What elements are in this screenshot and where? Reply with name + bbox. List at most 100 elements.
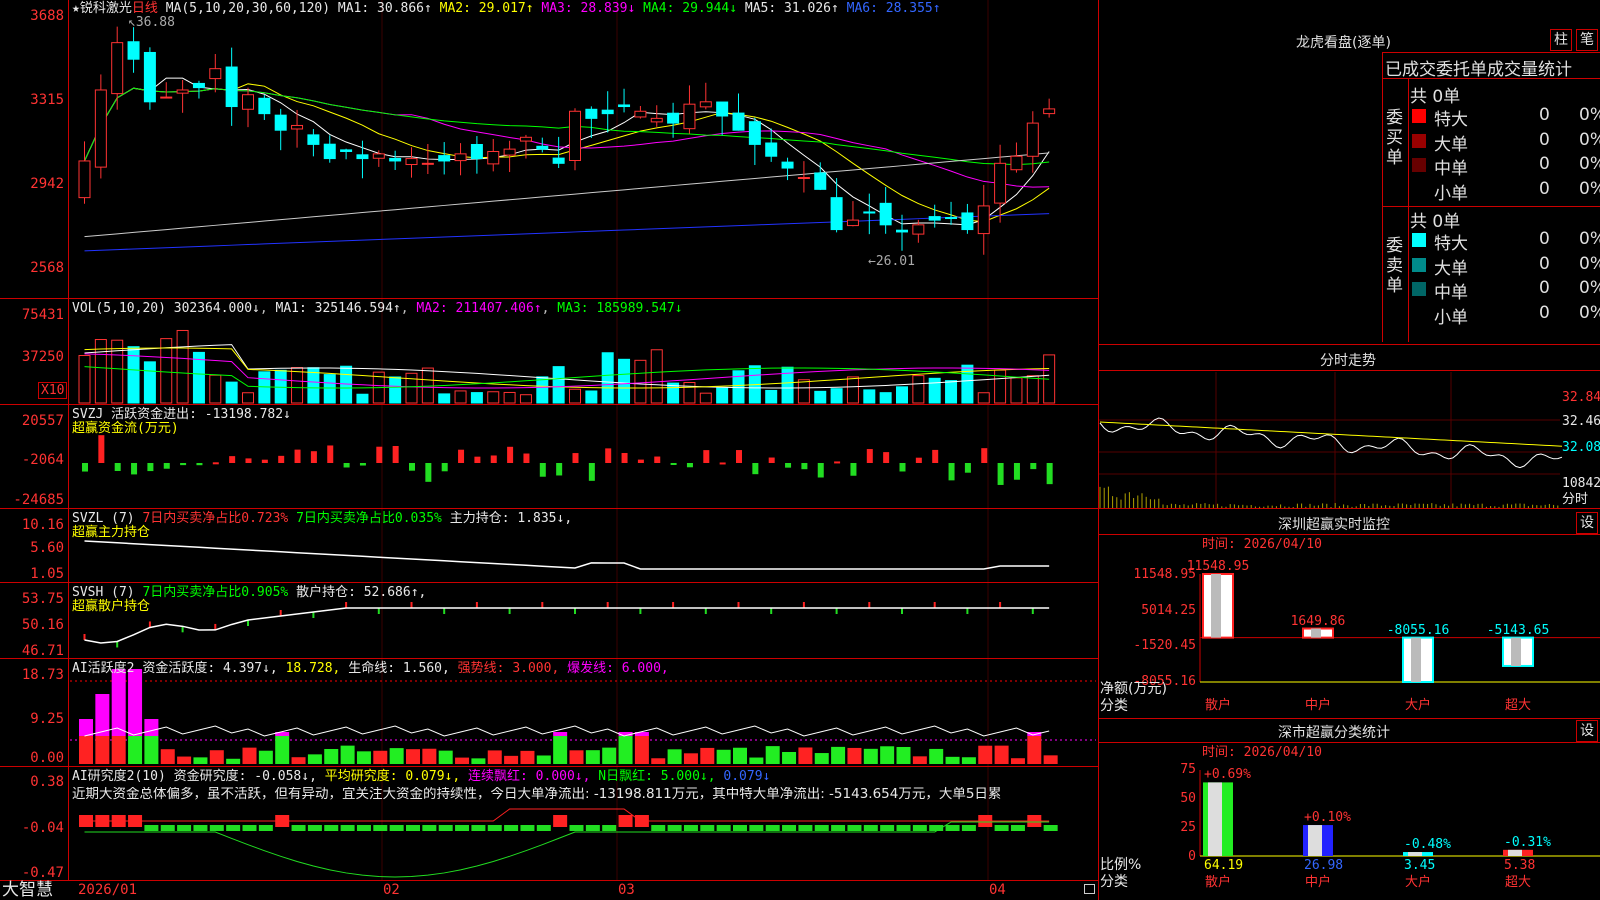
classify-top-border — [1098, 718, 1600, 719]
svsh-tick — [606, 602, 609, 608]
buy-row-name: 特大 — [1434, 110, 1468, 130]
ai1-bar — [929, 748, 944, 764]
ai1-bar — [520, 750, 535, 764]
monitor-axis-label: 5014.25 — [1141, 603, 1196, 618]
sell-row-name: 中单 — [1434, 283, 1468, 303]
svsh-line — [84, 607, 1050, 644]
ai2-bar — [373, 825, 388, 831]
ai1-bar — [553, 736, 568, 764]
ai2-b: 平均研究度: 0.079↓, — [324, 769, 461, 784]
vol-value: 302364.000↓ — [173, 301, 260, 316]
candle-body — [78, 160, 91, 199]
sell-row-swatch — [1412, 282, 1426, 296]
vol-axis-label: 75431 — [21, 307, 64, 323]
kline-chart-canvas[interactable] — [0, 0, 1600, 900]
candle-body — [846, 219, 859, 227]
fenshi-avg-line — [1099, 421, 1563, 447]
classify-bar-shade — [1308, 825, 1322, 856]
candle-body — [143, 51, 156, 103]
brand-logo[interactable]: 大智慧 — [2, 881, 53, 900]
lock-icon[interactable] — [1084, 884, 1095, 894]
ai2-bar — [406, 825, 420, 831]
ai2-bar — [863, 825, 878, 831]
period-label[interactable]: 日线 — [132, 1, 158, 16]
volume-bar — [438, 393, 451, 404]
ai1-bar — [602, 747, 617, 764]
vol-unit-badge[interactable]: X10 — [38, 382, 68, 399]
svzj-sub: 超赢资金流(万元) — [72, 421, 179, 436]
buy-row-percent: 0% — [1579, 154, 1600, 174]
xaxis-label: 04 — [989, 882, 1006, 898]
ai2-bar — [438, 825, 453, 831]
main-axis-label: 3688 — [30, 8, 64, 24]
volume-bar — [699, 392, 712, 404]
ai2-bar — [994, 825, 1009, 831]
svzj-bar — [147, 463, 154, 472]
ai2-bar — [356, 825, 371, 831]
bar-mode-button[interactable]: 柱 — [1550, 29, 1572, 51]
ai1-bar — [569, 750, 584, 764]
svzj-bar — [752, 463, 759, 475]
volume-bar — [209, 374, 222, 404]
candle-body — [569, 110, 581, 162]
ai2-bar — [896, 825, 911, 831]
svsh-header: SVSH (7) 7日内买卖净占比0.905% 散户持仓: 52.686↑, — [72, 585, 426, 600]
candle-body — [242, 94, 254, 110]
candle-body — [470, 143, 483, 160]
vol-axis-label: 37250 — [21, 349, 64, 365]
svzj-bar — [899, 463, 906, 472]
svsh-tick — [475, 602, 478, 608]
ai1-bar — [1043, 755, 1058, 764]
ai1-bar — [1027, 736, 1042, 764]
classify-settings-button[interactable]: 设 — [1576, 720, 1598, 742]
buy-row-swatch — [1412, 133, 1426, 148]
volume-bar — [846, 376, 859, 404]
svzj-bar — [850, 463, 857, 476]
stock-name[interactable]: 锐科激光 — [80, 1, 132, 16]
divider-xaxis — [0, 880, 1098, 881]
candle-body — [291, 124, 304, 130]
ai1-bar — [340, 745, 355, 764]
svzl-axis-label: 5.60 — [30, 540, 64, 556]
divider-svzj-svzl — [0, 508, 1098, 509]
fenshi-header-border — [1098, 370, 1600, 371]
svsh-tick — [443, 608, 446, 614]
fenshi-axis-label: 32.84 — [1562, 390, 1600, 405]
classify-bar-value: 5.38 — [1504, 858, 1536, 873]
svzl-axis-label: 1.05 — [30, 566, 64, 582]
main-axis-label: 3315 — [30, 92, 64, 108]
svzj-bar — [605, 448, 612, 463]
ai1-burst-bar — [553, 732, 568, 736]
ai1-bar — [798, 747, 813, 764]
ai1-bar — [847, 747, 862, 764]
svzj-bar — [180, 463, 187, 466]
candle-body — [683, 103, 696, 130]
ai1-bar — [912, 756, 927, 764]
svzj-bar — [458, 449, 465, 463]
sell-row-percent: 0% — [1579, 278, 1600, 298]
svzj-bar — [507, 446, 514, 463]
buy-row-percent: 0% — [1579, 178, 1600, 199]
tick-mode-button[interactable]: 笔 — [1576, 29, 1598, 51]
volume-bar — [912, 375, 925, 404]
candle-body — [814, 172, 827, 190]
volume-bar — [536, 376, 549, 404]
candle-body — [618, 104, 631, 108]
ai1-bar — [863, 748, 878, 764]
ai2-bar — [831, 825, 846, 831]
candle-body — [879, 202, 892, 226]
sell-row-name: 特大 — [1434, 234, 1468, 254]
ai1-bar — [438, 750, 453, 764]
classify-ylabel: 比例% — [1100, 857, 1142, 873]
divider-vol-svzj — [0, 404, 1098, 405]
svzj-label: SVZJ — [72, 407, 104, 422]
classify-bar-shade — [1208, 782, 1222, 856]
ai1-burst-bar — [128, 669, 143, 736]
monitor-settings-button[interactable]: 设 — [1576, 512, 1598, 534]
buy-row-swatch — [1412, 182, 1426, 197]
classify-change-label: -0.31% — [1504, 834, 1551, 850]
ai1-bar — [95, 736, 110, 764]
svsh-tick — [737, 602, 740, 608]
ai1-bar — [585, 750, 600, 764]
svzj-bar — [703, 450, 710, 463]
